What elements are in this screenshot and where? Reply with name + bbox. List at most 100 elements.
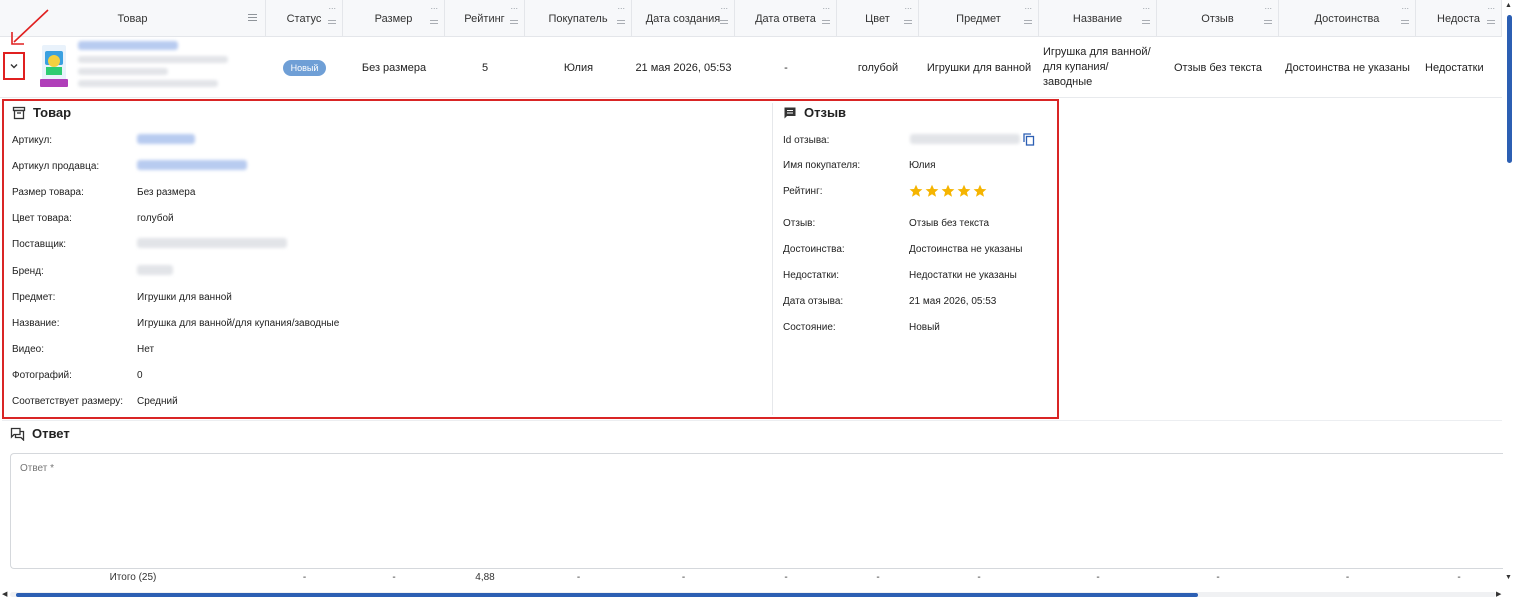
column-header-label: Покупатель [548,13,608,25]
table-header: Товар Статус... Размер... Рейтинг... Покупат… [0,0,1502,37]
column-header-label: Дата создания [645,13,721,25]
chat-icon [10,427,25,441]
comment-icon [784,107,796,118]
review-section-title-text: Отзыв [804,105,847,120]
product-field-value: голубой [137,213,174,225]
column-options-icon[interactable]: ... [1487,2,1495,11]
column-filter-icon[interactable] [1142,20,1150,26]
column-header[interactable]: Предмет... [919,0,1039,36]
column-filter-icon[interactable] [904,20,912,26]
created-cell: 21 мая 2026, 05:53 [635,61,732,74]
column-header-label: Дата ответа [755,13,816,25]
pros-cell: Достоинства не указаны [1285,61,1410,74]
column-filter-icon[interactable] [510,20,518,26]
row-expand-button[interactable] [3,52,25,80]
scroll-left-icon[interactable]: ◀ [2,590,7,598]
column-header[interactable]: Недоста... [1416,0,1502,36]
star-icon [973,184,987,197]
annotation-arrow-icon [11,9,49,45]
review-id-label: Id отзыва: [783,135,830,146]
status-cell: Новый [266,37,343,97]
product-field-label: Размер товара: [12,187,84,199]
column-filter-icon[interactable] [720,20,728,26]
column-options-icon[interactable]: ... [510,2,518,11]
product-field-value-blurred[interactable] [137,160,247,171]
table-row[interactable]: Новый Без размера 5 Юлия 21 мая 2026, 05… [0,37,1502,98]
column-filter-icon[interactable] [430,20,438,26]
answer-textarea[interactable] [10,453,1504,569]
column-header[interactable]: Достоинства... [1279,0,1416,36]
column-options-icon[interactable]: ... [1142,2,1150,11]
product-section-title: Товар [12,105,71,120]
column-options-icon[interactable]: ... [720,2,728,11]
footer-cell: - [1216,572,1220,583]
product-field-value-blurred[interactable] [137,134,195,144]
column-options-icon[interactable]: ... [1264,2,1272,11]
horizontal-scrollbar-thumb[interactable] [16,593,1198,597]
column-filter-icon[interactable] [1401,20,1409,26]
archive-icon [12,106,26,119]
column-header-label: Предмет [956,13,1001,25]
product-text-blurred [78,68,168,75]
column-menu-icon[interactable] [248,14,257,23]
rating-label: Рейтинг: [783,186,823,197]
column-header[interactable]: Название... [1039,0,1157,36]
answer-section-title: Ответ [10,426,70,441]
column-options-icon[interactable]: ... [430,2,438,11]
vertical-scrollbar-thumb[interactable] [1507,15,1512,163]
column-options-icon[interactable]: ... [1024,2,1032,11]
product-field-value: Средний [137,396,178,407]
rating-stars [909,184,987,198]
footer-cell: - [977,572,981,583]
scroll-up-icon[interactable]: ▲ [1505,2,1512,9]
product-link-blurred[interactable] [78,41,178,50]
column-header[interactable]: Размер... [343,0,445,36]
column-header[interactable]: Дата ответа... [735,0,837,36]
scroll-right-icon[interactable]: ▶ [1496,590,1501,598]
buyer-value: Юлия [909,160,936,171]
copy-icon[interactable] [1023,133,1035,146]
footer-cell: - [681,572,686,583]
review-label: Отзыв: [783,218,816,229]
column-options-icon[interactable]: ... [1401,2,1409,11]
column-options-icon[interactable]: ... [328,2,336,11]
detail-divider [772,103,773,415]
review-section-title: Отзыв [783,105,846,120]
column-header[interactable]: Цвет... [837,0,919,36]
product-field-value: Игрушка для ванной/для купания/заводные [137,317,340,329]
column-filter-icon[interactable] [328,20,336,26]
column-filter-icon[interactable] [1264,20,1272,26]
footer-cell: - [302,572,307,583]
footer-cell: - [1457,572,1461,583]
column-filter-icon[interactable] [1024,20,1032,26]
answer-separator [2,420,1502,421]
column-filter-icon[interactable] [822,20,830,26]
column-header-label: Название [1072,13,1123,25]
star-icon [957,184,971,197]
scroll-down-icon[interactable]: ▼ [1505,574,1512,581]
column-header[interactable]: Дата создания... [632,0,735,36]
column-options-icon[interactable]: ... [904,2,912,11]
answered-cell: - [784,61,788,74]
cons-label: Недостатки: [783,270,840,281]
column-header[interactable]: Отзыв... [1157,0,1279,36]
column-header-label: Размер [374,13,413,25]
star-icon [941,184,955,197]
subject-cell: Игрушки для ванной [926,61,1032,74]
status-badge: Новый [282,59,327,76]
product-text-blurred [78,80,218,87]
column-filter-icon[interactable] [617,20,625,26]
column-filter-icon[interactable] [1487,20,1495,26]
column-header[interactable]: Рейтинг... [445,0,525,36]
buyer-cell: Юлия [563,61,594,74]
pros-label: Достоинства: [783,244,845,255]
product-field-label: Фотографий: [12,369,72,381]
size-cell: Без размера [361,61,427,74]
column-options-icon[interactable]: ... [617,2,625,11]
column-options-icon[interactable]: ... [822,2,830,11]
column-header[interactable]: Покупатель... [525,0,632,36]
column-header[interactable]: Статус... [266,0,343,36]
color-cell: голубой [857,61,899,74]
footer-cell: - [392,572,396,583]
footer-total-label: Итого (25) [109,572,157,583]
